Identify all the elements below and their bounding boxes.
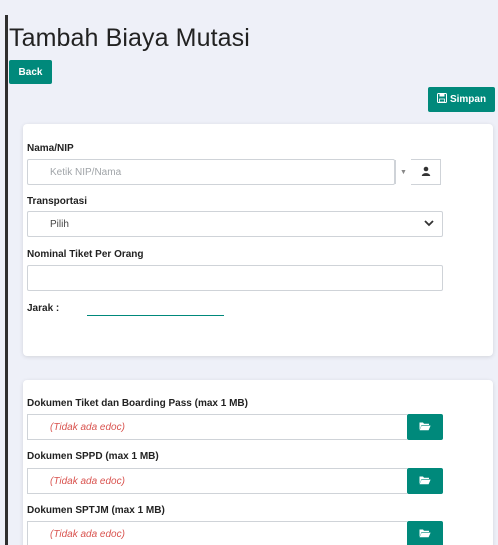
distance-value-underline: [87, 315, 224, 316]
transport-selected-value: Pilih: [50, 218, 69, 230]
document-status-field: (Tidak ada edoc): [27, 468, 407, 494]
document-status-field: (Tidak ada edoc): [27, 521, 407, 545]
page-title: Tambah Biaya Mutasi: [9, 24, 250, 52]
user-lookup-button[interactable]: [411, 159, 441, 185]
nip-input[interactable]: [28, 160, 394, 184]
browse-document-button[interactable]: [407, 414, 443, 440]
document-status-field: (Tidak ada edoc): [27, 414, 407, 440]
document-label: Dokumen SPPD (max 1 MB): [27, 451, 159, 462]
transport-select[interactable]: Pilih: [27, 211, 443, 237]
chevron-down-icon: [424, 218, 434, 230]
transport-label: Transportasi: [27, 196, 88, 207]
nip-label: Nama/NIP: [27, 143, 74, 154]
folder-open-icon: [419, 525, 431, 543]
ticket-nominal-field[interactable]: [27, 265, 443, 291]
save-button[interactable]: Simpan: [428, 87, 495, 112]
document-status: (Tidak ada edoc): [50, 528, 125, 540]
back-button[interactable]: Back: [9, 60, 52, 84]
folder-open-icon: [419, 472, 431, 490]
browse-document-button[interactable]: [407, 521, 443, 545]
browse-document-button[interactable]: [407, 468, 443, 494]
document-label: Dokumen SPTJM (max 1 MB): [27, 505, 165, 516]
document-status: (Tidak ada edoc): [50, 421, 125, 433]
save-icon: [436, 93, 447, 106]
document-status: (Tidak ada edoc): [50, 475, 125, 487]
ticket-nominal-input[interactable]: [28, 266, 442, 290]
folder-open-icon: [419, 418, 431, 436]
save-button-label: Simpan: [449, 94, 487, 105]
nip-field[interactable]: [27, 159, 395, 185]
caret-down-icon[interactable]: ▼: [395, 160, 411, 184]
left-border: [5, 15, 8, 545]
document-label: Dokumen Tiket dan Boarding Pass (max 1 M…: [27, 398, 248, 409]
distance-label: Jarak :: [27, 303, 60, 314]
user-icon: [421, 163, 431, 181]
ticket-label: Nominal Tiket Per Orang: [27, 249, 144, 260]
